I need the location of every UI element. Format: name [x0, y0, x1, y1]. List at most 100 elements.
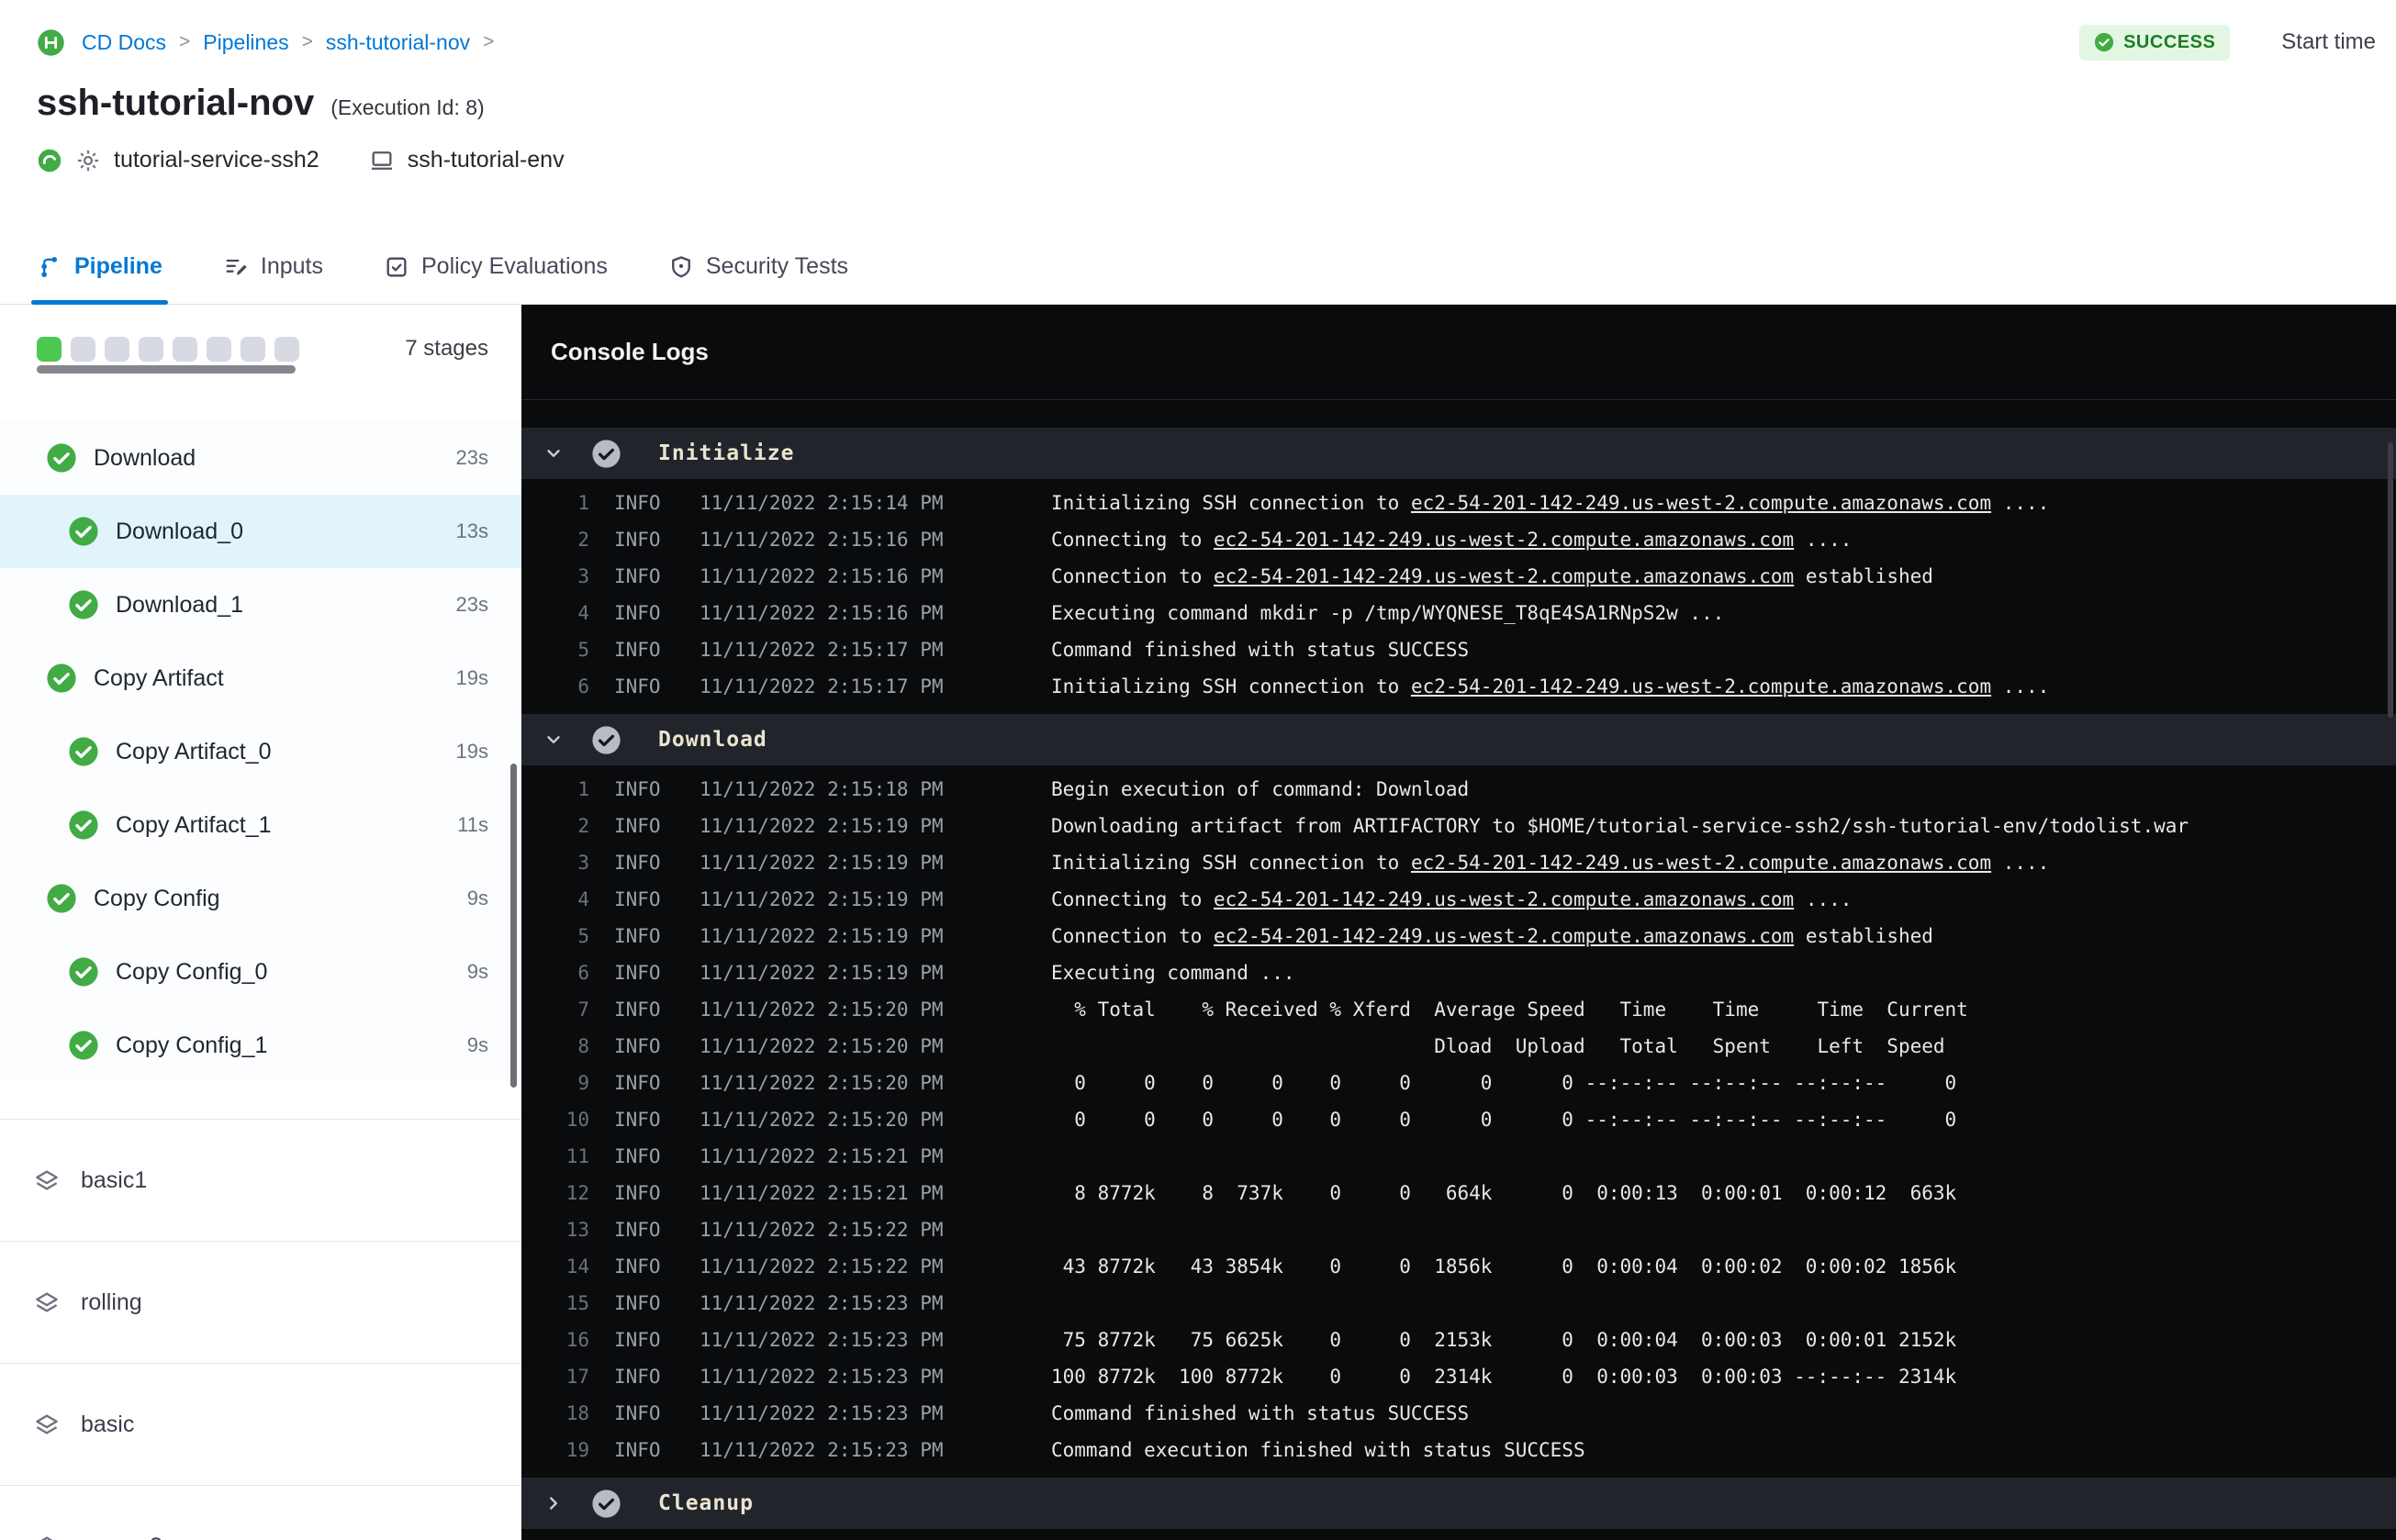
log-link[interactable]: ec2-54-201-142-249.us-west-2.compute.ama…	[1214, 565, 1794, 587]
stage-duration: 9s	[466, 960, 488, 983]
stage-row-download[interactable]: Download 23s	[0, 421, 521, 495]
policy-icon	[384, 254, 409, 280]
success-check-icon	[68, 809, 99, 841]
log-level: INFO	[614, 999, 661, 1021]
log-section-cleanup[interactable]: Cleanup	[521, 1478, 2396, 1529]
log-timestamp: 11/11/2022 2:15:20 PM	[700, 999, 944, 1021]
minimap-stage-pending	[139, 336, 163, 362]
stage-duration: 9s	[466, 887, 488, 909]
tab-policy-evaluations[interactable]: Policy Evaluations	[384, 253, 608, 304]
log-line: 1 INFO 11/11/2022 2:15:14 PM Initializing S…	[521, 485, 2396, 521]
log-message: % Total % Received % Xferd Average Speed…	[1051, 999, 1968, 1021]
log-timestamp: 11/11/2022 2:15:23 PM	[700, 1402, 944, 1424]
log-line: 6 INFO 11/11/2022 2:15:19 PM Executing comm…	[521, 954, 2396, 991]
success-check-icon	[591, 1489, 621, 1519]
log-message: Connecting to ec2-54-201-142-249.us-west…	[1051, 888, 1853, 910]
stage-duration: 23s	[455, 593, 488, 616]
log-link[interactable]: ec2-54-201-142-249.us-west-2.compute.ama…	[1214, 888, 1794, 910]
log-line: 3 INFO 11/11/2022 2:15:16 PM Connection to …	[521, 558, 2396, 595]
stage-row-copy artifact_0[interactable]: Copy Artifact_0 19s	[0, 715, 521, 788]
log-level: INFO	[614, 925, 661, 947]
line-number: 12	[565, 1182, 589, 1204]
line-number: 3	[577, 852, 589, 874]
stage-row-copy config[interactable]: Copy Config 9s	[0, 862, 521, 935]
line-number: 5	[577, 925, 589, 947]
stage-count: 7 stages	[405, 336, 488, 361]
log-link[interactable]: ec2-54-201-142-249.us-west-2.compute.ama…	[1214, 529, 1794, 551]
line-number: 3	[577, 565, 589, 587]
log-timestamp: 11/11/2022 2:15:19 PM	[700, 888, 944, 910]
log-timestamp: 11/11/2022 2:15:18 PM	[700, 778, 944, 800]
minimap-row: 7 stages	[0, 305, 521, 362]
stage-row-download_1[interactable]: Download_1 23s	[0, 568, 521, 642]
log-section-title: Download	[658, 728, 767, 752]
header: CD Docs > Pipelines > ssh-tutorial-nov > SUCC…	[0, 0, 2396, 305]
console-scrollbar[interactable]	[2388, 442, 2393, 718]
stage-label: Download_1	[116, 591, 243, 618]
stage-row-copy config_0[interactable]: Copy Config_0 9s	[0, 935, 521, 1009]
success-check-icon	[46, 663, 77, 694]
log-timestamp: 11/11/2022 2:15:17 PM	[700, 639, 944, 661]
environment-name[interactable]: ssh-tutorial-env	[408, 147, 565, 173]
log-section-download[interactable]: Download	[521, 714, 2396, 765]
log-line: 15 INFO 11/11/2022 2:15:23 PM	[521, 1285, 2396, 1322]
stage-type-icon	[33, 1533, 61, 1540]
inputs-icon	[223, 254, 249, 280]
success-check-icon	[591, 439, 621, 469]
log-timestamp: 11/11/2022 2:15:20 PM	[700, 1109, 944, 1131]
log-link[interactable]: ec2-54-201-142-249.us-west-2.compute.ama…	[1411, 852, 1991, 874]
breadcrumb-link[interactable]: ssh-tutorial-nov	[326, 30, 470, 55]
stage-row-copy artifact_1[interactable]: Copy Artifact_1 11s	[0, 788, 521, 862]
pipeline-item-basic[interactable]: basic	[0, 1364, 521, 1486]
log-section-initialize[interactable]: Initialize	[521, 428, 2396, 479]
log-message: Dload Upload Total Spent Left Speed	[1051, 1035, 1945, 1057]
sidebar-scrollbar[interactable]	[510, 764, 517, 1088]
minimap-stage-pending	[207, 336, 231, 362]
log-level: INFO	[614, 602, 661, 624]
tab-label: Pipeline	[74, 253, 162, 279]
log-message: Downloading artifact from ARTIFACTORY to…	[1051, 815, 2189, 837]
pipeline-item-canary2[interactable]: canary2	[0, 1486, 521, 1540]
tab-security-tests[interactable]: Security Tests	[668, 253, 848, 304]
log-level: INFO	[614, 1145, 661, 1167]
log-line: 12 INFO 11/11/2022 2:15:21 PM 8 8772k 8 73…	[521, 1175, 2396, 1211]
service-name[interactable]: tutorial-service-ssh2	[114, 147, 319, 173]
page: CD Docs > Pipelines > ssh-tutorial-nov > SUCC…	[0, 0, 2396, 1540]
stage-row-copy config_1[interactable]: Copy Config_1 9s	[0, 1009, 521, 1082]
breadcrumb-separator: >	[301, 31, 313, 52]
stage-row-copy artifact[interactable]: Copy Artifact 19s	[0, 642, 521, 715]
environment-icon	[369, 148, 395, 173]
log-line: 14 INFO 11/11/2022 2:15:22 PM 43 8772k 43 …	[521, 1248, 2396, 1285]
tab-pipeline[interactable]: Pipeline	[31, 253, 168, 305]
log-level: INFO	[614, 778, 661, 800]
log-message: Initializing SSH connection to ec2-54-20…	[1051, 492, 2050, 514]
log-message: 75 8772k 75 6625k 0 0 2153k 0 0:00:04 0:…	[1051, 1329, 1957, 1351]
breadcrumb-link[interactable]: CD Docs	[82, 30, 166, 55]
pipeline-item-rolling[interactable]: rolling	[0, 1242, 521, 1364]
status-badge: SUCCESS	[2079, 24, 2231, 61]
log-line: 4 INFO 11/11/2022 2:15:19 PM Connecting to …	[521, 881, 2396, 918]
minimap-scrollbar[interactable]	[37, 365, 296, 374]
log-line: 9 INFO 11/11/2022 2:15:20 PM 0 0 0 0 0 0 0…	[521, 1065, 2396, 1101]
success-check-icon	[46, 883, 77, 914]
log-message: Executing command mkdir -p /tmp/WYQNESE_…	[1051, 602, 1725, 624]
log-link[interactable]: ec2-54-201-142-249.us-west-2.compute.ama…	[1411, 492, 1991, 514]
stage-duration: 13s	[455, 519, 488, 542]
log-link[interactable]: ec2-54-201-142-249.us-west-2.compute.ama…	[1214, 925, 1794, 947]
pipeline-item-basic1[interactable]: basic1	[0, 1120, 521, 1242]
log-link[interactable]: ec2-54-201-142-249.us-west-2.compute.ama…	[1411, 675, 1991, 697]
log-line: 5 INFO 11/11/2022 2:15:17 PM Command finish…	[521, 631, 2396, 668]
stage-row-download_0[interactable]: Download_0 13s	[0, 495, 521, 568]
line-number: 10	[565, 1109, 589, 1131]
page-title: ssh-tutorial-nov	[37, 83, 315, 123]
log-level: INFO	[614, 1219, 661, 1241]
breadcrumb-link[interactable]: Pipelines	[203, 30, 288, 55]
log-line: 13 INFO 11/11/2022 2:15:22 PM	[521, 1211, 2396, 1248]
log-line: 3 INFO 11/11/2022 2:15:19 PM Initializing S…	[521, 844, 2396, 881]
log-line: 10 INFO 11/11/2022 2:15:20 PM 0 0 0 0 0 0 …	[521, 1101, 2396, 1138]
service-row: tutorial-service-ssh2 ssh-tutorial-env	[0, 123, 2396, 173]
success-check-icon	[68, 956, 99, 988]
tab-inputs[interactable]: Inputs	[223, 253, 323, 304]
stage-type-icon	[33, 1411, 61, 1438]
log-level: INFO	[614, 852, 661, 874]
